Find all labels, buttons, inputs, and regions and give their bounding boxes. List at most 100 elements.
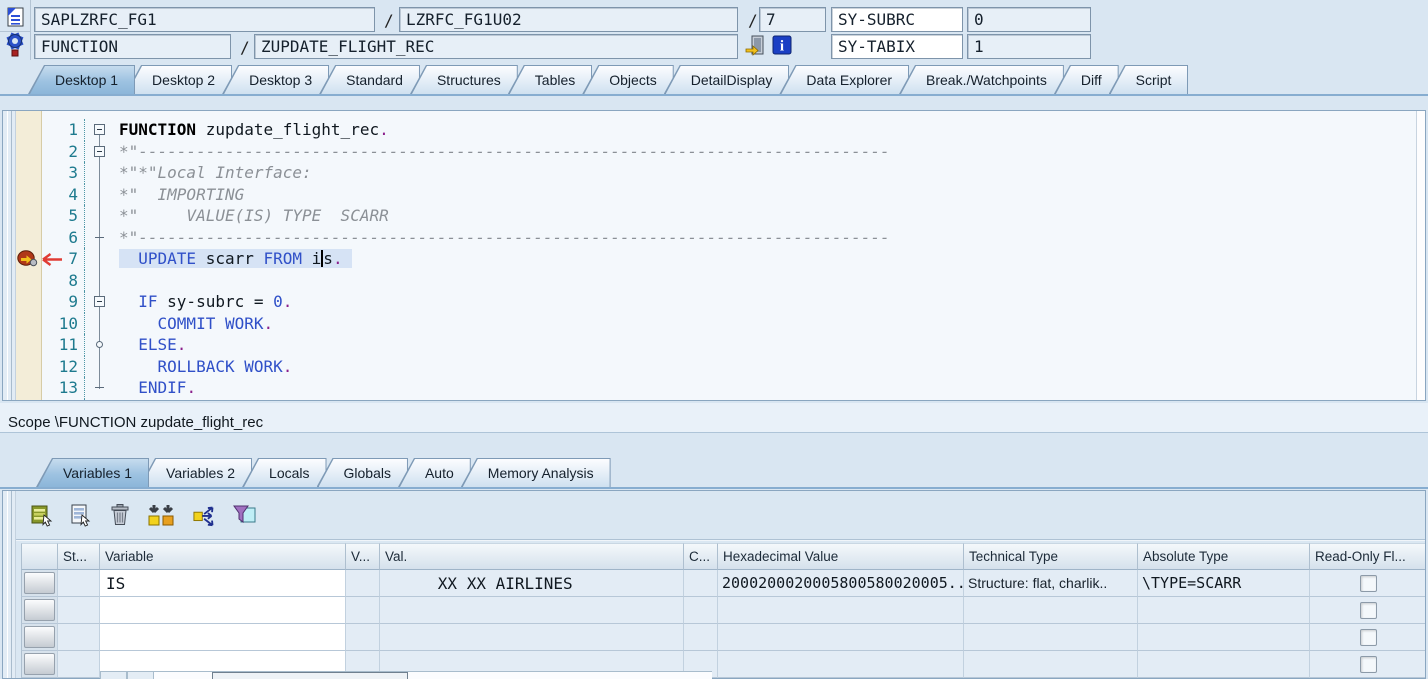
column-header-tech[interactable]: Technical Type	[964, 543, 1138, 570]
cell-val[interactable]: XX XX AIRLINES	[380, 570, 684, 597]
readonly-checkbox[interactable]	[1360, 602, 1377, 619]
cell-val[interactable]	[380, 597, 684, 624]
tab-desktop-3[interactable]: Desktop 3	[222, 65, 329, 94]
cell-c[interactable]	[684, 570, 718, 597]
include-field[interactable]: LZRFC_FG1U02	[399, 7, 738, 32]
paste-values-icon[interactable]	[146, 502, 180, 528]
code-line[interactable]: 1FUNCTION zupdate_flight_rec.	[3, 119, 1415, 141]
code-line[interactable]: 10 COMMIT WORK.	[3, 313, 1415, 335]
fold-marker[interactable]	[85, 377, 113, 399]
cell-abs[interactable]: \TYPE=SCARR	[1138, 570, 1310, 597]
cell-st[interactable]	[58, 651, 100, 678]
cell-tech[interactable]	[964, 624, 1138, 651]
column-header-variable[interactable]: Variable	[100, 543, 346, 570]
tab-desktop-1[interactable]: Desktop 1	[28, 65, 135, 94]
tab-variables-2[interactable]: Variables 2	[139, 458, 252, 487]
row-selector-cell[interactable]	[21, 570, 58, 597]
splitter-handle[interactable]	[3, 491, 16, 678]
code-line[interactable]: 9 IF sy-subrc = 0.	[3, 291, 1415, 313]
tab-variables-1[interactable]: Variables 1	[36, 458, 149, 487]
code-line[interactable]: 8	[3, 270, 1415, 292]
readonly-checkbox[interactable]	[1360, 656, 1377, 673]
cell-tech[interactable]	[964, 651, 1138, 678]
edit-list-icon[interactable]	[68, 502, 94, 528]
cell-st[interactable]	[58, 624, 100, 651]
cell-hex[interactable]	[718, 597, 964, 624]
breakpoint-icon[interactable]	[17, 250, 39, 272]
cell-variable[interactable]: IS	[100, 570, 346, 597]
tab-standard[interactable]: Standard	[319, 65, 420, 94]
fold-marker[interactable]	[85, 334, 113, 356]
cell-c[interactable]	[684, 624, 718, 651]
column-header-val[interactable]: Val.	[380, 543, 684, 570]
row-selector-button[interactable]	[24, 626, 55, 648]
cell-ro[interactable]	[1310, 570, 1426, 597]
fold-marker[interactable]	[85, 119, 113, 141]
cell-st[interactable]	[58, 597, 100, 624]
delete-icon[interactable]	[107, 502, 133, 528]
display-table-icon[interactable]	[29, 502, 55, 528]
tab-structures[interactable]: Structures	[410, 65, 518, 94]
cell-ro[interactable]	[1310, 597, 1426, 624]
column-header-v[interactable]: V...	[346, 543, 380, 570]
cell-c[interactable]	[684, 597, 718, 624]
code-scrollbar[interactable]	[1416, 111, 1425, 400]
fold-marker[interactable]	[85, 141, 113, 163]
exit-icon[interactable]	[744, 34, 766, 63]
code-line[interactable]: 11 ELSE.	[3, 334, 1415, 356]
column-header-sel[interactable]	[21, 543, 58, 570]
filter-icon[interactable]	[232, 502, 258, 528]
fold-marker[interactable]	[85, 227, 113, 249]
tab-data-explorer[interactable]: Data Explorer	[779, 65, 909, 94]
info-icon[interactable]: i	[772, 35, 792, 60]
program-field[interactable]: SAPLZRFC_FG1	[34, 7, 375, 32]
tab-objects[interactable]: Objects	[582, 65, 673, 94]
readonly-checkbox[interactable]	[1360, 575, 1377, 592]
row-selector-button[interactable]	[24, 653, 55, 675]
cell-abs[interactable]	[1138, 651, 1310, 678]
code-line[interactable]: 2*"-------------------------------------…	[3, 141, 1415, 163]
cell-variable-empty[interactable]	[100, 624, 346, 651]
tab-globals[interactable]: Globals	[317, 458, 408, 487]
tab-tables[interactable]: Tables	[508, 65, 592, 94]
row-selector-cell[interactable]	[21, 597, 58, 624]
code-line[interactable]: 13 ENDIF.	[3, 377, 1415, 399]
tab-memory-analysis[interactable]: Memory Analysis	[461, 458, 611, 487]
cell-v[interactable]	[346, 597, 380, 624]
cell-variable-empty[interactable]	[100, 597, 346, 624]
collapse-box-icon[interactable]	[94, 296, 105, 307]
sy-subrc-field[interactable]: SY-SUBRC	[831, 7, 963, 32]
code-line[interactable]: 7 UPDATE scarr FROM is.	[3, 248, 1415, 270]
column-header-st[interactable]: St...	[58, 543, 100, 570]
cell-hex[interactable]: 2000200020005800580020005..	[718, 570, 964, 597]
cell-v[interactable]	[346, 570, 380, 597]
collapse-box-icon[interactable]	[94, 124, 105, 135]
column-header-ro[interactable]: Read-Only Fl...	[1310, 543, 1426, 570]
distribute-icon[interactable]	[193, 502, 219, 528]
row-selector-cell[interactable]	[21, 651, 58, 678]
tab-detaildisplay[interactable]: DetailDisplay	[664, 65, 790, 94]
scroll-left-button[interactable]	[100, 671, 127, 679]
column-header-abs[interactable]: Absolute Type	[1138, 543, 1310, 570]
column-header-c[interactable]: C...	[684, 543, 718, 570]
cell-st[interactable]	[58, 570, 100, 597]
cell-abs[interactable]	[1138, 597, 1310, 624]
code-line[interactable]: 12 ROLLBACK WORK.	[3, 356, 1415, 378]
scrollbar-track[interactable]	[154, 671, 712, 679]
cell-tech[interactable]: Structure: flat, charlik..	[964, 570, 1138, 597]
row-selector-button[interactable]	[24, 572, 55, 594]
sy-tabix-field[interactable]: SY-TABIX	[831, 34, 963, 59]
column-header-hex[interactable]: Hexadecimal Value	[718, 543, 964, 570]
event-name-field[interactable]: ZUPDATE_FLIGHT_REC	[254, 34, 738, 59]
collapse-box-icon[interactable]	[94, 146, 105, 157]
code-line[interactable]: 5*" VALUE(IS) TYPE SCARR	[3, 205, 1415, 227]
cell-tech[interactable]	[964, 597, 1138, 624]
cell-hex[interactable]	[718, 624, 964, 651]
horizontal-scrollbar[interactable]	[100, 671, 712, 679]
tab-script[interactable]: Script	[1109, 65, 1189, 94]
line-number-field[interactable]: 7	[759, 7, 826, 32]
cell-ro[interactable]	[1310, 651, 1426, 678]
code-line[interactable]: 3*"*"Local Interface:	[3, 162, 1415, 184]
code-line[interactable]: 6*"-------------------------------------…	[3, 227, 1415, 249]
cell-abs[interactable]	[1138, 624, 1310, 651]
